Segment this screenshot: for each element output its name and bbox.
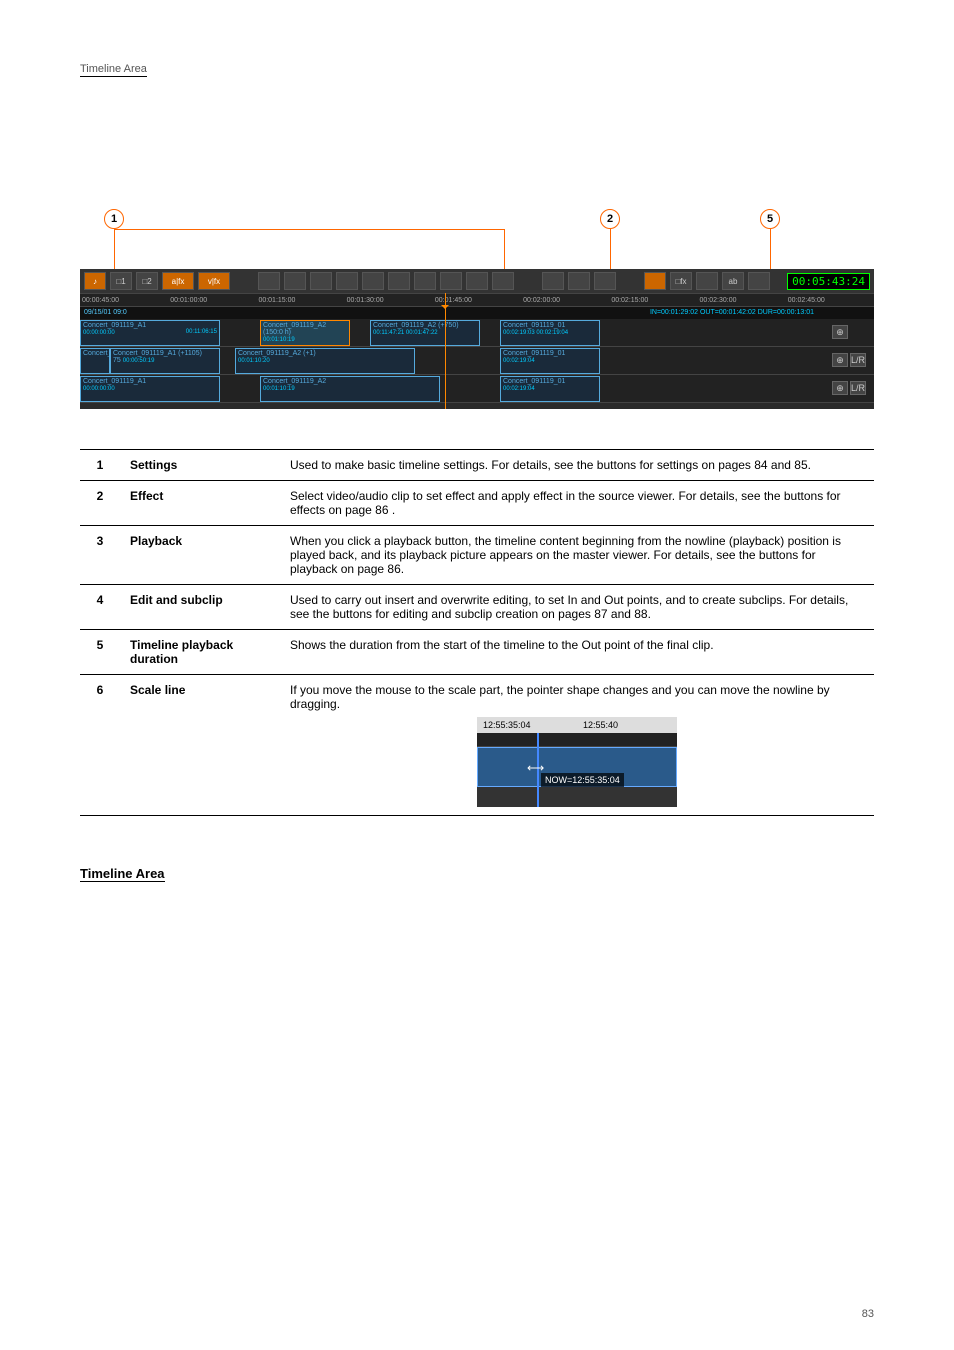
timeline-screenshot: 1 2 5 ♪ □1 □2 a|fx v|fx [80,209,874,409]
now-label: NOW=12:55:35:04 [541,773,624,787]
fx-button[interactable]: □fx [670,272,692,290]
description-table: 1 Settings Used to make basic timeline s… [80,449,874,816]
clip[interactable]: Concert_091119_A1 [80,348,110,374]
table-row: 2 Effect Select video/audio clip to set … [80,481,874,526]
row-desc: Used to make basic timeline settings. Fo… [280,450,874,481]
ruler-tick: 00:00:45:00 [80,297,168,304]
section-heading: Timeline Area [80,866,165,882]
timeline-duration: 00:05:43:24 [787,273,870,290]
timeline-ruler[interactable]: 00:00:45:00 00:01:00:00 00:01:15:00 00:0… [80,293,874,307]
clip[interactable]: Concert_091119_A2 (+1) 00:01:10:20 [235,348,415,374]
row-name: Timeline playback duration [120,630,280,675]
mark-out-button[interactable] [568,272,590,290]
clip[interactable]: Concert_091119_A1 00:00:00:00 00:11:06:1… [80,320,220,346]
page-header: Timeline Area [80,63,147,77]
ruler-tick: 00:02:00:00 [521,297,609,304]
clip[interactable]: Concert_091119_01 00:02:19:04 [500,348,600,374]
callout-2: 2 [600,209,620,229]
row-name: Edit and subclip [120,585,280,630]
table-row: 4 Edit and subclip Used to carry out ins… [80,585,874,630]
note-icon[interactable]: ♪ [84,272,106,290]
zoom-icon[interactable]: ⊕ [832,325,848,339]
row-name: Scale line [120,675,280,816]
track1-button[interactable]: □1 [110,272,132,290]
row-name: Effect [120,481,280,526]
playhead[interactable] [445,293,446,409]
clip-selected[interactable]: Concert_091119_A2 (150:0 h) 00:01:10:19 [260,320,350,346]
clip[interactable]: Concert_091119_01 00:02:19:03 00:02:19:0… [500,320,600,346]
row-number: 6 [80,675,120,816]
afx-button[interactable]: a|fx [162,272,194,290]
table-row: 3 Playback When you click a playback but… [80,526,874,585]
tool-button[interactable] [414,272,436,290]
row-number: 5 [80,630,120,675]
tool-button[interactable] [362,272,384,290]
subclip-button[interactable] [594,272,616,290]
clip[interactable]: Concert_091119_01 00:02:19:04 [500,376,600,402]
zoom-icon[interactable]: ⊕ [832,353,848,367]
row-name: Settings [120,450,280,481]
tool-button[interactable] [284,272,306,290]
video-track-3[interactable]: Concert_091119_A1 00:00:00:00 Concert_09… [80,375,874,403]
callout-5: 5 [760,209,780,229]
table-row: 1 Settings Used to make basic timeline s… [80,450,874,481]
clip[interactable]: Concert_091119_A2 00:01:10:19 [260,376,440,402]
video-track-2[interactable]: Concert_091119_A1 Concert_091119_A1 (+11… [80,347,874,375]
ruler-tick: 00:01:45:00 [433,297,521,304]
row-number: 1 [80,450,120,481]
row-number: 4 [80,585,120,630]
effect-button[interactable] [644,272,666,290]
ruler-tick: 12:55:40 [577,720,677,730]
page-number: 83 [862,1308,874,1320]
lr-button[interactable]: L/R [850,381,866,395]
row-desc: If you move the mouse to the scale part,… [280,675,874,816]
tool-button[interactable] [492,272,514,290]
mark-in-button[interactable] [542,272,564,290]
lr-button[interactable]: L/R [850,353,866,367]
ruler-tick: 00:01:30:00 [345,297,433,304]
in-out-dur-display: 09/15/01 09:0 IN=00:01:29:02 OUT=00:01:4… [80,307,874,319]
row-desc: When you click a playback button, the ti… [280,526,874,585]
row-number: 3 [80,526,120,585]
effect-button[interactable] [696,272,718,290]
row-desc: Used to carry out insert and overwrite e… [280,585,874,630]
tool-button[interactable] [336,272,358,290]
timeline-toolbar: ♪ □1 □2 a|fx v|fx □fx ab [80,269,874,293]
row-number: 2 [80,481,120,526]
ruler-tick: 00:01:00:00 [168,297,256,304]
tool-button[interactable] [310,272,332,290]
table-row: 5 Timeline playback duration Shows the d… [80,630,874,675]
video-track-1[interactable]: Concert_091119_A1 00:00:00:00 00:11:06:1… [80,319,874,347]
ruler-tick: 00:02:15:00 [609,297,697,304]
tool-button[interactable] [388,272,410,290]
scale-line-example: 12:55:35:04 12:55:40 ⟷ NOW=12:55:35:04 [477,717,677,807]
tool-button[interactable] [258,272,280,290]
ruler-tick: 12:55:35:04 [477,720,577,730]
row-desc: Select video/audio clip to set effect an… [280,481,874,526]
ruler-tick: 00:01:15:00 [256,297,344,304]
tool-button[interactable] [440,272,462,290]
track2-button[interactable]: □2 [136,272,158,290]
clip[interactable]: Concert_091119_A1 (+1105) 75 00:00:50:19 [110,348,220,374]
row-desc: Shows the duration from the start of the… [280,630,874,675]
ab-button[interactable]: ab [722,272,744,290]
tool-button[interactable] [748,272,770,290]
ruler-tick: 00:02:45:00 [786,297,874,304]
ruler-tick: 00:02:30:00 [698,297,786,304]
row-name: Playback [120,526,280,585]
tool-button[interactable] [466,272,488,290]
clip[interactable]: Concert_091119_A2 (+750) 00:11:47:21 00:… [370,320,480,346]
vfx-button[interactable]: v|fx [198,272,230,290]
zoom-icon[interactable]: ⊕ [832,381,848,395]
clip[interactable]: Concert_091119_A1 00:00:00:00 [80,376,220,402]
callout-1: 1 [104,209,124,229]
table-row: 6 Scale line If you move the mouse to th… [80,675,874,816]
